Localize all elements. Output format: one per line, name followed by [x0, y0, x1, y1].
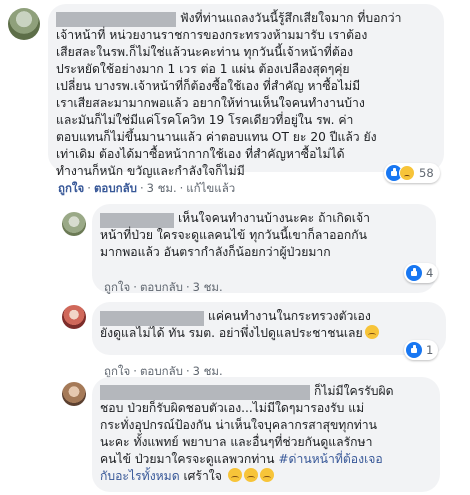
sad-emoji-icon: [364, 325, 379, 339]
reply-link[interactable]: ตอบกลับ: [140, 364, 183, 378]
timestamp[interactable]: 3 ชม.: [147, 181, 177, 195]
timestamp[interactable]: 3 ชม.: [193, 280, 223, 294]
hashtag-link-cont[interactable]: กับอะไรทั้งหมด: [100, 469, 180, 483]
reply-link[interactable]: ตอบกลับ: [94, 181, 137, 195]
reaction-count: 1: [426, 343, 434, 357]
reaction-summary[interactable]: 1: [404, 340, 438, 360]
reaction-count: 4: [426, 266, 434, 280]
comment-text: ก็ไม่มีใครรับผิด ชอบ ป่วยก็รับผิดชอบตัวเ…: [100, 384, 394, 483]
like-icon: [406, 265, 422, 281]
avatar[interactable]: [8, 8, 40, 40]
like-link[interactable]: ถูกใจ: [104, 364, 130, 378]
like-link[interactable]: ถูกใจ: [58, 181, 84, 195]
timestamp[interactable]: 3 ชม.: [193, 364, 223, 378]
reaction-summary[interactable]: 58: [384, 163, 440, 183]
like-icon: [406, 342, 422, 358]
like-link[interactable]: ถูกใจ: [104, 280, 130, 294]
reaction-count: 58: [419, 166, 434, 180]
comment-text: ฟังที่ท่านแถลงวันนี้รู้สึกเสียใจมาก ที่บ…: [56, 11, 402, 178]
comment-actions: ถูกใจ · ตอบกลับ · 3 ชม.: [104, 280, 223, 294]
avatar[interactable]: [62, 382, 86, 406]
avatar[interactable]: [62, 305, 86, 329]
hashtag-link[interactable]: #ด่านหน้าที่ต้องเจอ: [278, 452, 382, 466]
reply-link[interactable]: ตอบกลับ: [140, 280, 183, 294]
edited-label[interactable]: แก้ไขแล้ว: [186, 181, 235, 195]
sad-icon: [399, 165, 415, 181]
comment-text: เห็นใจคนทำงานบ้างนะคะ ถ้าเกิดเจ้า หน้าที…: [100, 211, 370, 259]
reaction-summary[interactable]: 4: [404, 263, 438, 283]
comment-text: แค่คนทำงานในกระทรวงตัวเอง ยังดูแลไม่ได้ …: [100, 308, 379, 342]
sad-emoji-icon: [259, 468, 274, 482]
comment-actions: ถูกใจ · ตอบกลับ · 3 ชม. · แก้ไขแล้ว: [58, 181, 236, 195]
avatar[interactable]: [62, 212, 86, 236]
sad-emoji-icon: [227, 468, 242, 482]
sad-emoji-icon: [243, 468, 258, 482]
